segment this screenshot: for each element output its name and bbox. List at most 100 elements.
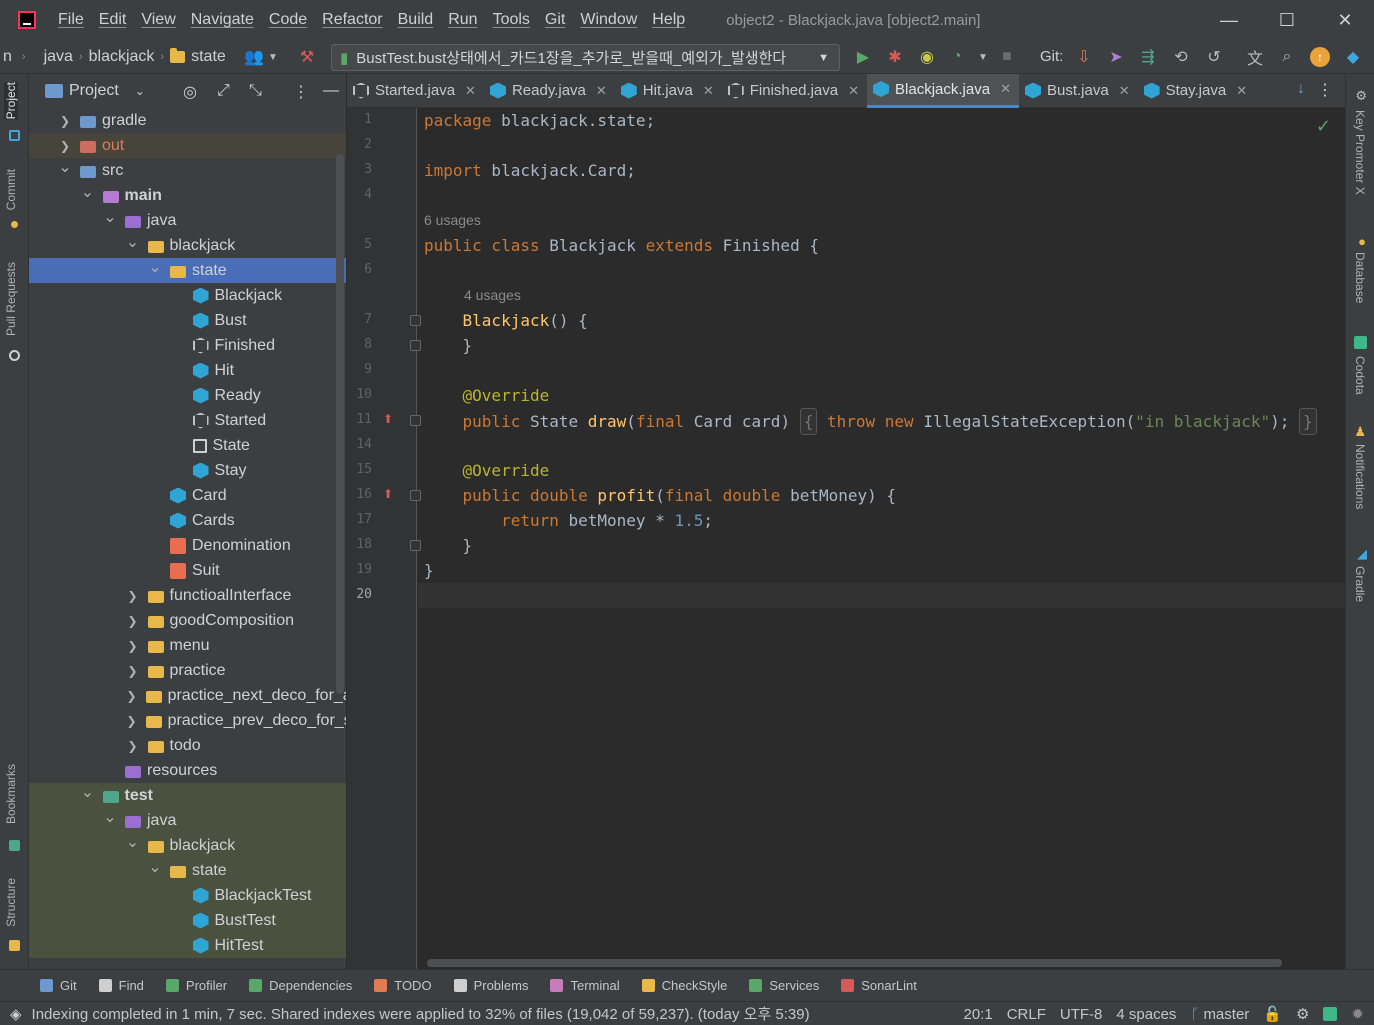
chevron-down-icon[interactable]: ▼ (262, 46, 284, 68)
tree-item[interactable]: ❯ gradle (29, 108, 346, 133)
maximize-button[interactable]: ☐ (1258, 0, 1316, 40)
breadcrumb-java[interactable]: java (44, 48, 73, 66)
tree-item[interactable]: Stay (29, 458, 346, 483)
tool-tab-key-promoter[interactable]: Key Promoter X (1353, 110, 1367, 195)
tree-item[interactable]: Cards (29, 508, 346, 533)
tree-item[interactable]: ❯ todo (29, 733, 346, 758)
tree-item[interactable]: ❯ menu (29, 633, 346, 658)
close-tab-icon[interactable]: ✕ (1119, 83, 1130, 99)
chevron-right-icon[interactable]: ❯ (59, 114, 71, 128)
menu-window[interactable]: Window (580, 11, 637, 29)
status-message[interactable]: Indexing completed in 1 min, 7 sec. Shar… (32, 1003, 810, 1024)
code-line[interactable]: } (424, 533, 473, 558)
menu-build[interactable]: Build (398, 11, 434, 29)
tree-item[interactable]: Ready (29, 383, 346, 408)
close-tab-icon[interactable]: ✕ (596, 83, 607, 99)
chevron-right-icon[interactable]: ❯ (127, 664, 139, 678)
bottom-tool-problems[interactable]: Problems (453, 978, 528, 993)
chevron-right-icon[interactable]: ❯ (127, 739, 139, 753)
bottom-tool-dependencies[interactable]: Dependencies (249, 978, 352, 993)
menu-refactor[interactable]: Refactor (322, 11, 382, 29)
chevron-down-icon[interactable]: ▼ (972, 46, 994, 68)
menu-run[interactable]: Run (448, 11, 477, 29)
no-problems-check-icon[interactable]: ✓ (1316, 116, 1331, 137)
git-push-icon[interactable]: ⇶ (1137, 46, 1159, 68)
tree-item[interactable]: Suit (29, 558, 346, 583)
chevron-down-icon[interactable]: ⌄ (103, 807, 116, 827)
tab-ready[interactable]: Ready.java ✕ (484, 74, 615, 108)
lock-icon[interactable]: 🔓 (1263, 1005, 1282, 1023)
code-with-me-icon[interactable]: ◆ (1342, 46, 1364, 68)
bottom-tool-sonarlint[interactable]: SonarLint (841, 978, 917, 993)
chevron-right-icon[interactable]: ❯ (127, 639, 139, 653)
chevron-right-icon[interactable]: ❯ (127, 589, 139, 603)
tree-item[interactable]: ❯ practice (29, 658, 346, 683)
tab-hit[interactable]: Hit.java ✕ (615, 74, 722, 108)
tab-blackjack[interactable]: Blackjack.java ✕ (867, 73, 1019, 108)
bottom-tool-profiler[interactable]: Profiler (165, 978, 227, 993)
tree-item[interactable]: ⌄ state (29, 858, 346, 883)
usages-inlay-hint[interactable]: 4 usages (464, 283, 521, 308)
tool-tab-notifications[interactable]: Notifications (1353, 444, 1367, 509)
git-branch[interactable]: master (1203, 1006, 1249, 1023)
fold-marker-icon[interactable] (410, 315, 421, 326)
tab-started[interactable]: Started.java ✕ (347, 74, 484, 108)
fold-marker-icon[interactable] (410, 540, 421, 551)
history-icon[interactable]: ⟲ (1170, 46, 1192, 68)
close-window-button[interactable]: ✕ (1316, 0, 1374, 40)
tree-item[interactable]: Hit (29, 358, 346, 383)
close-tab-icon[interactable]: ✕ (703, 83, 714, 99)
git-update-icon[interactable]: ⇩ (1073, 46, 1095, 68)
close-tab-icon[interactable]: ✕ (848, 83, 859, 99)
chevron-right-icon[interactable]: ❯ (127, 714, 137, 728)
code-line[interactable]: return betMoney * 1.5; (424, 508, 713, 533)
tool-tab-codota[interactable]: Codota (1353, 356, 1367, 395)
code-line[interactable]: public class Blackjack extends Finished … (424, 233, 819, 258)
code-line[interactable]: } (424, 333, 473, 358)
tree-item[interactable]: ❯ out (29, 133, 346, 158)
translate-icon[interactable]: 文 (1244, 46, 1266, 68)
menu-navigate[interactable]: Navigate (191, 11, 254, 29)
memory-indicator-icon[interactable]: ✹ (1351, 1005, 1364, 1023)
profiler-icon[interactable]: ◔ (946, 46, 968, 68)
tree-item[interactable]: ❯ practice_prev_deco_for_se (29, 708, 347, 733)
tab-bust[interactable]: Bust.java ✕ (1019, 74, 1138, 108)
git-commit-icon[interactable]: ➤ (1105, 46, 1127, 68)
options-menu-icon[interactable]: ⋮ (293, 82, 309, 102)
run-coverage-icon[interactable]: ◉ (916, 46, 938, 68)
editor-gutter[interactable]: 1 2 3 4 5 6 7 8 9 10 11 14 15 16 17 18 19 20 (347, 108, 417, 969)
minimize-button[interactable]: — (1200, 0, 1258, 40)
code-line[interactable]: @Override (424, 458, 550, 483)
chevron-down-icon[interactable]: ⌄ (126, 832, 139, 852)
menu-edit[interactable]: Edit (99, 11, 127, 29)
update-available-icon[interactable]: ↑ (1310, 47, 1330, 67)
tree-item[interactable]: resources (29, 758, 346, 783)
code-line[interactable]: import blackjack.Card; (424, 158, 636, 183)
tree-item[interactable]: ⌄ main (29, 182, 346, 208)
file-encoding[interactable]: UTF-8 (1060, 1006, 1103, 1023)
indent-setting[interactable]: 4 spaces (1116, 1006, 1176, 1023)
project-panel-title[interactable]: Project (69, 82, 119, 100)
chevron-down-icon[interactable]: ⌄ (103, 207, 116, 227)
tree-item[interactable]: ⌄ state (29, 258, 346, 283)
tree-item[interactable]: ⌄ java (29, 207, 346, 233)
tree-item[interactable]: BustTest (29, 908, 346, 933)
tree-item[interactable]: BlackjackTest (29, 883, 346, 908)
code-line[interactable]: } (424, 558, 434, 583)
chevron-down-icon[interactable]: ⌄ (81, 182, 94, 202)
caret-position[interactable]: 20:1 (964, 1006, 993, 1023)
chevron-down-icon[interactable]: ⌄ (126, 232, 139, 252)
breadcrumb-state[interactable]: state (191, 48, 226, 66)
tree-item[interactable]: Bust (29, 308, 346, 333)
show-recent-files-icon[interactable]: ↓ (1297, 80, 1305, 98)
rollback-icon[interactable]: ↺ (1203, 46, 1225, 68)
power-save-icon[interactable]: ⚙ (1296, 1005, 1309, 1023)
code-line[interactable]: package blackjack.state; (424, 108, 655, 133)
override-gutter-icon[interactable]: ⬆ (383, 412, 393, 426)
tree-item[interactable]: State (29, 433, 346, 458)
debug-icon[interactable]: ✱ (884, 46, 906, 68)
menu-git[interactable]: Git (545, 11, 565, 29)
fold-marker-icon[interactable] (410, 415, 421, 426)
chevron-down-icon[interactable]: ⌄ (81, 782, 94, 802)
bottom-tool-services[interactable]: Services (749, 978, 819, 993)
